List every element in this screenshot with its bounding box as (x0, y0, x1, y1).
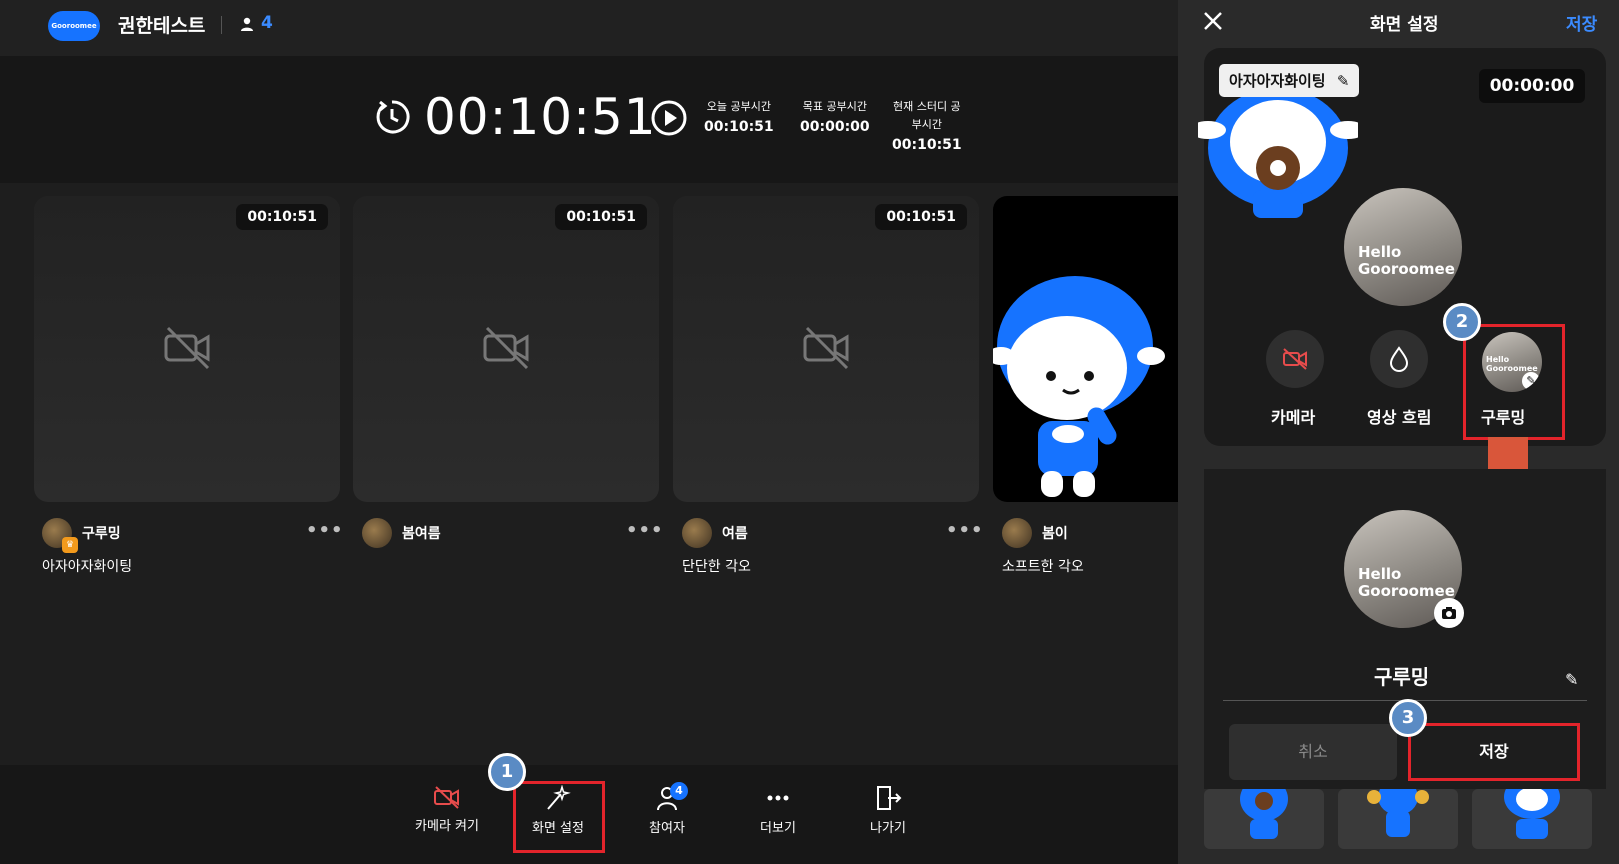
video-card-mascot[interactable] (993, 196, 1178, 502)
app: Gooroomee 권한테스트 4 00:10:51 오늘 공부시간 00:10… (0, 0, 1619, 864)
edit-pencil-icon: ✎ (1336, 72, 1350, 90)
character-thumb[interactable] (1204, 789, 1324, 849)
member-resolution: 아자아자화이팅 (42, 559, 133, 575)
step-badge-3: 3 (1389, 699, 1427, 737)
cancel-button[interactable]: 취소 (1229, 724, 1397, 780)
avatar: ♛ (42, 518, 78, 553)
highlight-box-2 (1463, 324, 1565, 440)
step-badge-2: 2 (1443, 303, 1481, 341)
main-timer: 00:10:51 (424, 88, 657, 146)
crown-icon: ♛ (62, 537, 78, 553)
more-dots-icon (767, 795, 789, 801)
preview-timer: 00:00:00 (1479, 69, 1585, 103)
leave-button[interactable]: 나가기 (843, 785, 933, 836)
droplet-icon (1389, 346, 1409, 372)
option-blur-label: 영상 흐림 (1367, 408, 1432, 427)
member-item[interactable]: ♛ 구루밍 (42, 518, 121, 553)
stat-today-value: 00:10:51 (704, 119, 774, 135)
hello-line-1: Hello (1358, 565, 1402, 583)
video-card[interactable]: 00:10:51 (673, 196, 979, 502)
member-item[interactable]: 봄여름 (362, 518, 441, 548)
hello-line-2: Gooroomee (1358, 581, 1455, 600)
more-button[interactable]: 더보기 (733, 785, 823, 836)
camera-on-button[interactable]: 카메라 켜기 (402, 785, 492, 834)
step-badge-1: 1 (488, 753, 526, 791)
card-timer: 00:10:51 (555, 204, 647, 230)
video-card[interactable]: 00:10:51 (353, 196, 659, 502)
member-item[interactable]: 봄이 (1002, 518, 1068, 548)
member-name: 여름 (722, 526, 748, 542)
stat-current-label-1: 현재 스터디 공 (892, 100, 961, 113)
panel-title: 화면 설정 (1370, 15, 1439, 35)
option-camera-label: 카메라 (1271, 408, 1316, 427)
reset-timer-icon[interactable] (372, 97, 412, 137)
camera-on-label: 카메라 켜기 (415, 819, 479, 834)
camera-off-icon (164, 326, 210, 370)
avatar (1002, 518, 1032, 548)
camera-off-icon (803, 326, 849, 370)
card-timer: 00:10:51 (236, 204, 328, 230)
save-top-button[interactable]: 저장 (1566, 10, 1597, 35)
edit-pencil-icon[interactable]: ✎ (1565, 670, 1578, 689)
card-timer: 00:10:51 (875, 204, 967, 230)
profile-preview-image: Hello Gooroomee (1344, 188, 1462, 306)
mascot-donut-image (1198, 88, 1358, 218)
camera-off-icon (434, 786, 459, 809)
camera-off-icon (1283, 348, 1307, 370)
stat-current-study: 현재 스터디 공 부시간 00:10:51 (892, 98, 962, 156)
participant-count[interactable]: 4 (261, 13, 273, 33)
member-resolution: 단단한 각오 (682, 559, 751, 575)
member-name: 봄이 (1042, 526, 1068, 542)
avatar (362, 518, 392, 548)
gooroomee-logo: Gooroomee (48, 11, 100, 41)
stat-goal: 목표 공부시간 00:00:00 (800, 98, 870, 138)
option-blur-button[interactable] (1370, 330, 1428, 388)
mascot-thumb-image (1367, 789, 1429, 837)
participants-badge: 4 (670, 782, 688, 800)
close-icon[interactable] (1202, 10, 1224, 32)
leave-label: 나가기 (870, 821, 906, 836)
video-card[interactable]: 00:10:51 (34, 196, 340, 502)
stat-goal-label: 목표 공부시간 (802, 100, 867, 113)
stat-today-label: 오늘 공부시간 (706, 100, 771, 113)
preview-resolution-label[interactable]: 아자아자화이팅 ✎ (1219, 64, 1360, 97)
more-options-icon[interactable]: ••• (946, 520, 984, 541)
member-name: 봄여름 (402, 526, 441, 542)
hello-line-2: Gooroomee (1358, 259, 1455, 278)
highlight-box-3 (1408, 723, 1580, 781)
hello-line-1: Hello (1358, 243, 1402, 261)
stat-today: 오늘 공부시간 00:10:51 (704, 98, 774, 138)
mascot-image (993, 276, 1165, 497)
participants-button[interactable]: 참여자 (622, 785, 712, 836)
hello-text: Hello Gooroomee (1358, 566, 1455, 599)
character-thumb[interactable] (1472, 789, 1592, 849)
member-name: 구루밍 (82, 526, 121, 542)
more-options-icon[interactable]: ••• (626, 520, 664, 541)
highlight-box-1 (513, 781, 605, 853)
user-icon[interactable] (239, 16, 255, 32)
exit-door-icon (877, 786, 902, 810)
more-options-icon[interactable]: ••• (306, 520, 344, 541)
character-thumb[interactable] (1338, 789, 1458, 849)
play-icon[interactable] (650, 99, 688, 137)
member-item[interactable]: 여름 (682, 518, 748, 548)
mascot-thumb-image (1504, 789, 1560, 839)
member-resolution: 소프트한 각오 (1002, 559, 1084, 575)
preview-label-text: 아자아자화이팅 (1229, 72, 1326, 90)
profile-name[interactable]: 구루밍 (1374, 661, 1429, 690)
camera-icon[interactable] (1434, 598, 1464, 628)
divider (221, 16, 222, 34)
room-title: 권한테스트 (118, 15, 206, 37)
stat-current-label-2: 부시간 (911, 118, 943, 131)
hello-text: Hello Gooroomee (1358, 244, 1455, 277)
avatar (682, 518, 712, 548)
stat-goal-value: 00:00:00 (800, 119, 870, 135)
stat-current-value: 00:10:51 (892, 137, 962, 153)
mascot-thumb-image (1240, 789, 1288, 839)
option-camera-button[interactable] (1266, 330, 1324, 388)
participants-label: 참여자 (649, 821, 685, 836)
more-label: 더보기 (760, 821, 796, 836)
camera-off-icon (483, 326, 529, 370)
logo-text: Gooroomee (51, 22, 97, 30)
